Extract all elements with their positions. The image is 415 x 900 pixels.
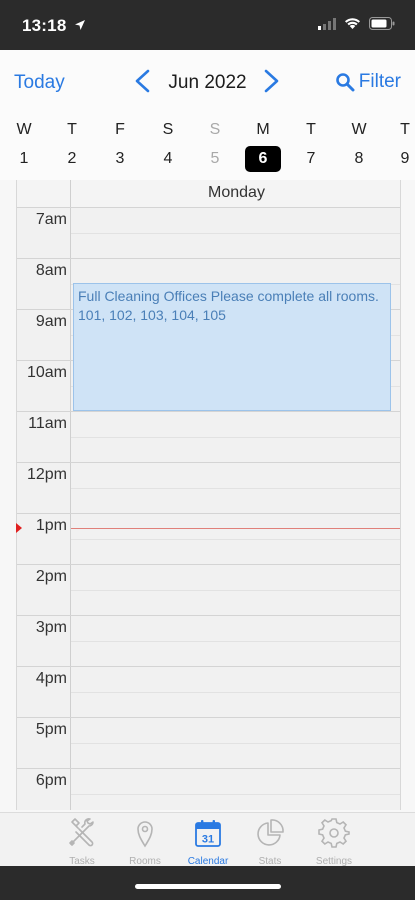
current-time-marker-icon — [16, 523, 22, 533]
location-arrow-icon — [75, 20, 85, 30]
half-hour-divider — [71, 437, 400, 438]
wifi-icon — [345, 18, 360, 29]
day-letter: T — [306, 121, 316, 138]
current-time-line — [71, 528, 400, 529]
tab-settings[interactable]: Settings — [299, 817, 369, 867]
hour-divider — [17, 717, 400, 718]
hour-label: 6pm — [35, 772, 67, 789]
hour-label: 1pm — [35, 517, 67, 534]
day-letter: S — [162, 121, 174, 138]
tab-rooms[interactable]: Rooms — [110, 817, 180, 867]
day-number: 2 — [67, 150, 77, 167]
half-hour-divider — [71, 539, 400, 540]
tab-stats[interactable]: Stats — [235, 817, 305, 867]
tools-icon — [69, 818, 94, 847]
hour-label: 5pm — [35, 721, 67, 738]
map-pin-icon — [137, 821, 153, 848]
day-letter: F — [115, 121, 125, 138]
day-cell-selected[interactable]: M 6 — [245, 118, 281, 172]
half-hour-divider — [71, 488, 400, 489]
calendar-event[interactable]: Full Cleaning Offices Please complete al… — [73, 283, 391, 411]
calendar-icon: 31 — [195, 820, 221, 847]
hour-divider — [17, 207, 400, 208]
day-number: 7 — [306, 150, 316, 167]
status-time: 13:18 — [22, 16, 67, 35]
day-letter: S — [209, 121, 221, 138]
day-letter: T — [67, 121, 77, 138]
gear-icon — [318, 818, 350, 848]
day-cell[interactable]: F 3 — [102, 118, 138, 172]
day-column-header: Monday — [17, 180, 400, 208]
day-number: 5 — [210, 150, 220, 167]
calendar-nav-header: Today Jun 2022 Filter — [0, 50, 415, 118]
hour-label: 4pm — [35, 670, 67, 687]
day-letter: M — [256, 121, 270, 138]
week-strip: W 1 T 2 F 3 S 4 S 5 M 6 T 7 W 8 T 9 — [0, 118, 415, 180]
tab-tasks[interactable]: Tasks — [47, 817, 117, 867]
day-number: 1 — [19, 150, 29, 167]
filter-label: Filter — [358, 71, 401, 92]
hour-label: 11am — [28, 415, 67, 432]
day-letter: W — [16, 121, 32, 138]
chevron-right-icon — [264, 69, 279, 93]
filter-button[interactable]: Filter — [335, 71, 401, 93]
hour-divider — [17, 462, 400, 463]
hour-label: 10am — [26, 364, 67, 381]
day-number: 9 — [400, 150, 410, 167]
day-cell[interactable]: W 8 — [341, 118, 377, 172]
half-hour-divider — [71, 743, 400, 744]
half-hour-divider — [71, 692, 400, 693]
pie-chart-icon — [257, 819, 284, 846]
half-hour-divider — [71, 233, 400, 234]
day-number: 8 — [354, 150, 364, 167]
day-number: 4 — [163, 150, 173, 167]
hour-divider — [17, 564, 400, 565]
next-month-button[interactable] — [262, 68, 282, 99]
day-cell[interactable]: T 9 — [387, 118, 415, 172]
tab-calendar[interactable]: 31 Calendar — [173, 817, 243, 867]
home-indicator[interactable] — [135, 884, 281, 889]
hour-divider — [17, 258, 400, 259]
event-title: Full Cleaning Offices Please complete al… — [78, 288, 379, 304]
calendar-icon-date: 31 — [202, 834, 214, 846]
day-letter: T — [400, 121, 410, 138]
tab-bar: Tasks Rooms 31 Calendar Stats Settings — [0, 812, 415, 867]
day-column-title: Monday — [208, 184, 265, 201]
cellular-signal-icon — [318, 17, 336, 30]
status-indicators — [318, 17, 395, 30]
day-cell[interactable]: S 5 — [197, 118, 233, 172]
hour-divider — [17, 666, 400, 667]
status-bar: 13:18 — [0, 0, 415, 50]
day-cell[interactable]: W 1 — [6, 118, 42, 172]
hour-divider — [17, 513, 400, 514]
half-hour-divider — [71, 641, 400, 642]
day-number: 3 — [115, 150, 125, 167]
day-number: 6 — [245, 146, 281, 172]
hour-divider — [17, 768, 400, 769]
day-cell[interactable]: S 4 — [150, 118, 186, 172]
time-column-divider — [70, 180, 71, 810]
hour-label: 8am — [35, 262, 67, 279]
hour-divider — [17, 615, 400, 616]
hour-label: 2pm — [35, 568, 67, 585]
day-cell[interactable]: T 2 — [54, 118, 90, 172]
hour-label: 9am — [35, 313, 67, 330]
battery-icon — [369, 17, 395, 30]
half-hour-divider — [71, 794, 400, 795]
hour-divider — [17, 411, 400, 412]
hour-label: 7am — [35, 211, 67, 228]
home-indicator-area — [0, 866, 415, 900]
event-rooms: 101, 102, 103, 104, 105 — [78, 307, 226, 323]
day-grid[interactable]: Monday 7am 8am 9am 10am 11am 12pm 1pm 2p… — [16, 180, 401, 810]
day-letter: W — [351, 121, 367, 138]
search-icon — [335, 73, 355, 92]
hour-label: 3pm — [35, 619, 67, 636]
hour-label: 12pm — [26, 466, 67, 483]
day-cell[interactable]: T 7 — [293, 118, 329, 172]
half-hour-divider — [71, 590, 400, 591]
